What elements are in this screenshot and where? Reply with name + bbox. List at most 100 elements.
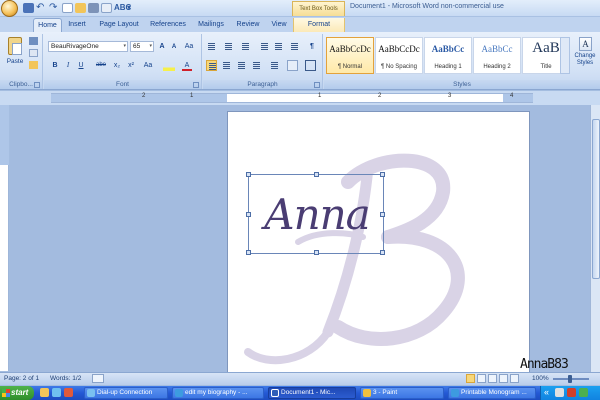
resize-handle[interactable]: [314, 172, 319, 177]
chevron-down-icon: ▾: [149, 43, 152, 49]
superscript-button[interactable]: x²: [125, 60, 137, 71]
tab-view[interactable]: View: [268, 18, 290, 32]
format-painter-icon[interactable]: [29, 61, 38, 69]
ruler-number: 1: [318, 93, 322, 99]
copy-icon[interactable]: [29, 49, 38, 57]
web-layout-icon[interactable]: [488, 374, 497, 383]
increase-indent-icon[interactable]: [273, 41, 284, 52]
tab-insert[interactable]: Insert: [64, 18, 90, 32]
ruler-number: 3: [448, 93, 452, 99]
paragraph-launcher-icon[interactable]: [314, 82, 320, 88]
new-document-icon[interactable]: [62, 3, 73, 13]
font-size-combo[interactable]: 65 ▾: [130, 41, 154, 52]
zoom-slider-knob[interactable]: [568, 375, 572, 383]
quick-launch-icon[interactable]: [64, 388, 73, 397]
align-right-icon[interactable]: [236, 60, 247, 71]
zoom-level[interactable]: 100%: [532, 375, 549, 382]
subscript-button[interactable]: x₂: [111, 60, 123, 71]
save-icon[interactable]: [23, 3, 34, 13]
resize-handle[interactable]: [246, 172, 251, 177]
bold-button[interactable]: B: [50, 60, 60, 71]
text-box[interactable]: Anna: [246, 172, 385, 255]
taskbar-window-paint[interactable]: 3 - Paint: [360, 387, 444, 399]
office-button[interactable]: [1, 0, 18, 17]
full-screen-reading-icon[interactable]: [477, 374, 486, 383]
redo-icon[interactable]: ↷: [49, 3, 60, 13]
page-count[interactable]: Page: 2 of 1: [4, 375, 39, 382]
taskbar-window-biography[interactable]: edit my biography - ...: [172, 387, 264, 399]
bullets-icon[interactable]: [206, 41, 217, 52]
shrink-font-button[interactable]: A: [169, 42, 179, 53]
numbering-icon[interactable]: [223, 41, 234, 52]
resize-handle[interactable]: [246, 212, 251, 217]
italic-button[interactable]: I: [63, 60, 73, 71]
taskbar-window-dialup[interactable]: Dial-up Connection: [84, 387, 168, 399]
text-box-content[interactable]: Anna: [249, 175, 385, 255]
clipboard-launcher-icon[interactable]: [34, 82, 40, 88]
show-marks-button[interactable]: ¶: [307, 41, 317, 52]
undo-icon[interactable]: ↶: [36, 3, 47, 13]
style-heading-1[interactable]: AaBbCc Heading 1: [424, 37, 472, 74]
multilevel-list-icon[interactable]: [240, 41, 251, 52]
shading-icon[interactable]: [287, 60, 298, 71]
resize-handle[interactable]: [246, 250, 251, 255]
style-no-spacing[interactable]: AaBbCcDc ¶ No Spacing: [375, 37, 423, 74]
start-button[interactable]: start: [0, 386, 34, 400]
vertical-scrollbar[interactable]: [590, 105, 600, 372]
grow-font-button[interactable]: A: [157, 41, 167, 52]
outline-view-icon[interactable]: [499, 374, 508, 383]
paste-button[interactable]: Paste: [3, 36, 27, 71]
style-heading-2[interactable]: AaBbCc Heading 2: [473, 37, 521, 74]
print-layout-view-icon[interactable]: [466, 374, 475, 383]
tab-mailings[interactable]: Mailings: [194, 18, 228, 32]
decrease-indent-icon[interactable]: [259, 41, 270, 52]
sort-icon[interactable]: [289, 41, 300, 52]
scrollbar-thumb[interactable]: [592, 119, 600, 279]
tab-home[interactable]: Home: [33, 18, 62, 32]
proofing-icon[interactable]: [92, 374, 104, 383]
style-name: Heading 2: [483, 64, 511, 70]
highlight-icon[interactable]: [163, 60, 175, 71]
font-color-button[interactable]: A: [182, 60, 192, 71]
tray-icon[interactable]: [579, 388, 588, 397]
style-normal[interactable]: AaBbCcDc ¶ Normal: [326, 37, 374, 74]
resize-handle[interactable]: [380, 250, 385, 255]
tab-format[interactable]: Format: [293, 18, 345, 32]
strikethrough-button[interactable]: abe: [94, 60, 108, 71]
quick-launch-icon[interactable]: [40, 388, 49, 397]
line-spacing-icon[interactable]: [269, 60, 280, 71]
watermark-text: AnnaB83: [520, 357, 569, 372]
draft-view-icon[interactable]: [510, 374, 519, 383]
word-count[interactable]: Words: 1/2: [50, 375, 81, 382]
align-left-icon[interactable]: [206, 60, 217, 71]
tab-review[interactable]: Review: [234, 18, 262, 32]
clear-formatting-button[interactable]: Aa: [182, 41, 196, 52]
resize-handle[interactable]: [380, 172, 385, 177]
taskbar-window-monogram[interactable]: Printable Monogram ...: [448, 387, 536, 399]
underline-button[interactable]: U: [76, 60, 86, 71]
styles-gallery-scroll[interactable]: [560, 37, 570, 74]
cut-icon[interactable]: [29, 37, 38, 45]
tray-icon[interactable]: [567, 388, 576, 397]
print-icon[interactable]: [88, 3, 99, 13]
align-center-icon[interactable]: [221, 60, 232, 71]
tab-references[interactable]: References: [148, 18, 188, 32]
tray-icon[interactable]: [555, 388, 564, 397]
taskbar-window-word[interactable]: Document1 - Mic...: [268, 387, 356, 399]
change-case-button[interactable]: Aa: [141, 60, 155, 71]
tab-page-layout[interactable]: Page Layout: [94, 18, 144, 32]
vertical-ruler-margin: [0, 105, 9, 165]
quick-launch-icon[interactable]: [52, 388, 61, 397]
font-launcher-icon[interactable]: [193, 82, 199, 88]
resize-handle[interactable]: [314, 250, 319, 255]
resize-handle[interactable]: [380, 212, 385, 217]
open-folder-icon[interactable]: [75, 3, 86, 13]
borders-icon[interactable]: [305, 60, 316, 71]
customize-qat-icon[interactable]: ▾: [127, 3, 138, 13]
justify-icon[interactable]: [251, 60, 262, 71]
change-styles-button[interactable]: A Change Styles: [572, 36, 598, 78]
font-name-combo[interactable]: BeauRivageOne ▾: [48, 41, 128, 52]
spelling-icon[interactable]: ABC: [114, 3, 131, 13]
print-preview-icon[interactable]: [101, 3, 112, 13]
expand-tray-icon[interactable]: «: [544, 387, 549, 397]
